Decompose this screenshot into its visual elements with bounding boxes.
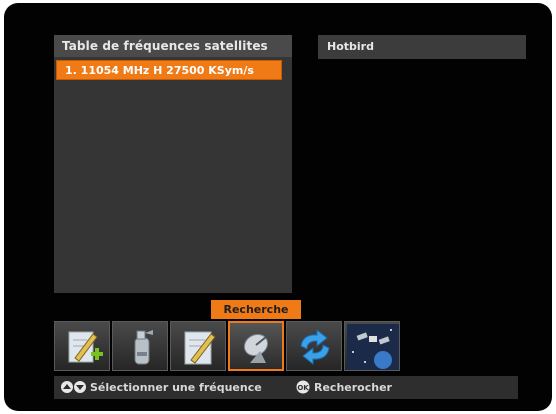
search-button[interactable]: [228, 321, 284, 371]
toolbar: [54, 321, 400, 371]
satellite-name: Hotbird: [327, 40, 374, 53]
frequency-list-item[interactable]: 1. 11054 MHz H 27500 KSym/s: [56, 60, 282, 80]
edit-add-icon: [68, 331, 103, 363]
tv-screen: Table de fréquences satellites 1. 11054 …: [4, 3, 552, 411]
edit-pencil-icon: [184, 331, 216, 365]
add-frequency-button[interactable]: [54, 321, 110, 371]
frequency-table-panel: Table de fréquences satellites 1. 11054 …: [54, 35, 292, 293]
swap-button[interactable]: [286, 321, 342, 371]
frequency-table-title: Table de fréquences satellites: [62, 39, 268, 53]
swap-arrows-icon: [300, 328, 330, 366]
status-bar: Sélectionner une fréquence OK Recheroche…: [54, 376, 518, 399]
svg-text:OK: OK: [297, 384, 309, 392]
search-hint: Recherocher: [314, 381, 392, 394]
up-down-arrows-icon: [61, 381, 86, 393]
search-tooltip: Recherche: [211, 300, 301, 319]
search-tooltip-label: Recherche: [223, 303, 289, 316]
satellite-settings-button[interactable]: [344, 321, 400, 371]
select-frequency-hint: Sélectionner une fréquence: [90, 381, 262, 394]
delete-frequency-button[interactable]: [112, 321, 168, 371]
satellite-dish-icon: [243, 333, 269, 363]
satellite-name-header: Hotbird: [318, 35, 526, 59]
frequency-table-header: Table de fréquences satellites: [54, 35, 292, 57]
frequency-item-label: 1. 11054 MHz H 27500 KSym/s: [65, 64, 254, 77]
edit-frequency-button[interactable]: [170, 321, 226, 371]
ok-button-icon: OK: [296, 380, 310, 394]
fire-extinguisher-icon: [134, 330, 153, 365]
satellite-space-icon: [347, 324, 399, 370]
